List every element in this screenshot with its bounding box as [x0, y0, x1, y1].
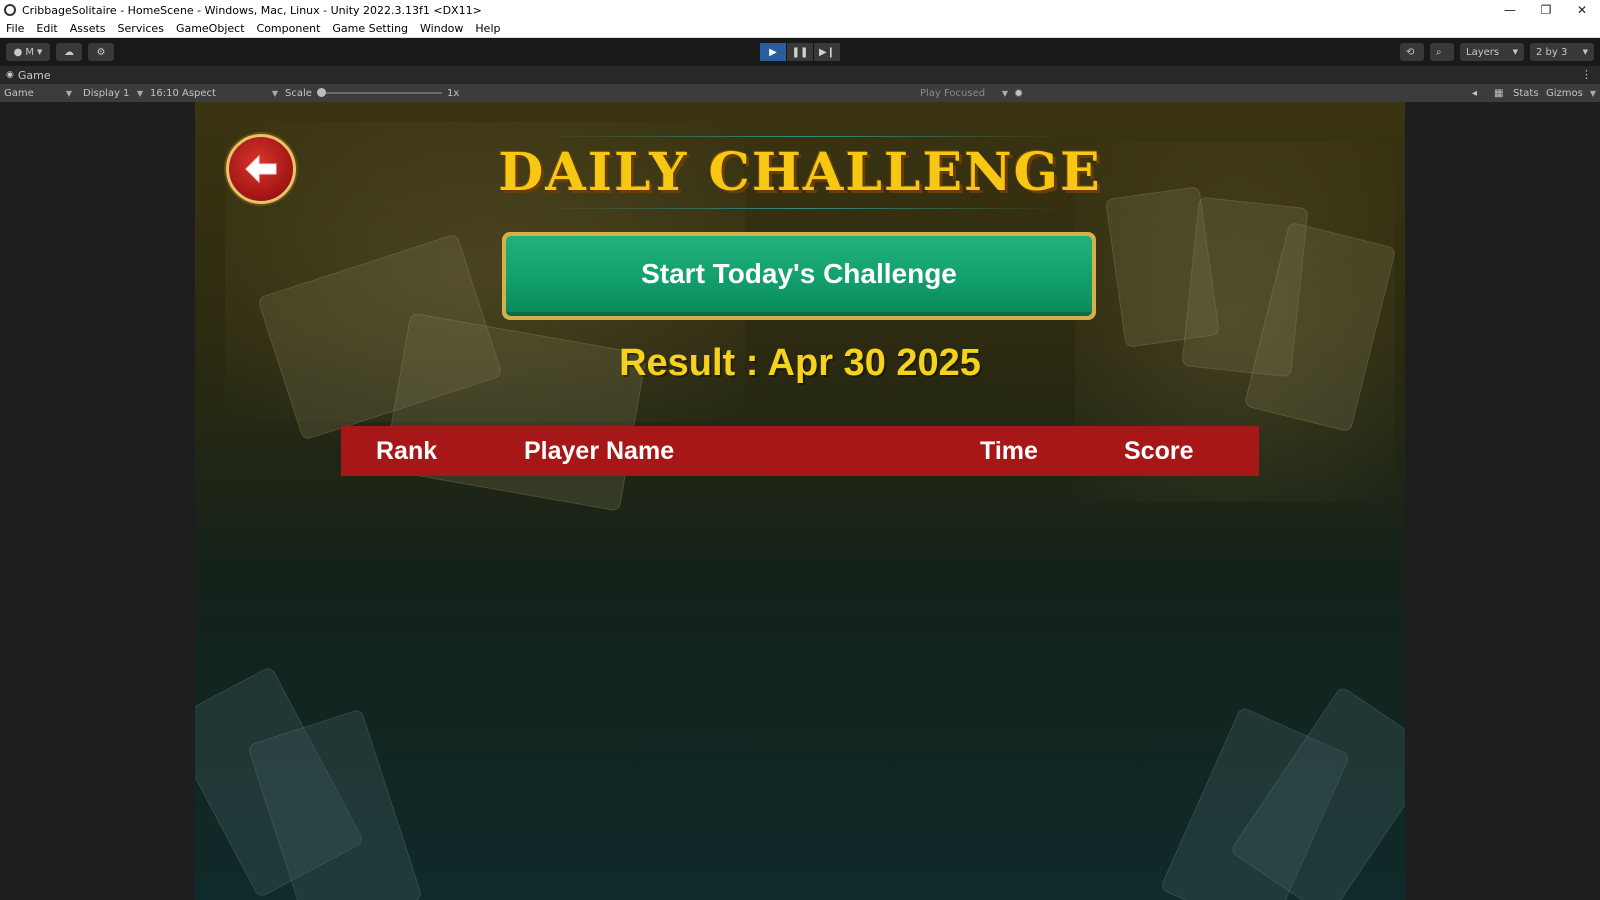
game-mode-dropdown[interactable]: Game ▼ [4, 86, 72, 100]
chevron-down-icon: ▼ [271, 88, 278, 98]
account-icon: ● [13, 46, 23, 58]
column-rank: Rank [376, 437, 438, 465]
collab-button[interactable]: ⚙ [88, 43, 114, 61]
stats-button[interactable]: Stats [1513, 86, 1539, 100]
history-button[interactable]: ⟲ [1400, 43, 1424, 61]
column-time: Time [980, 437, 1038, 465]
layers-label: Layers [1466, 46, 1500, 58]
title-divider [535, 136, 1065, 137]
aspect-dropdown[interactable]: 16:10 Aspect ▼ [150, 86, 278, 100]
game-canvas: DAILY CHALLENGE Start Today's Challenge … [195, 102, 1405, 900]
pause-button[interactable]: ❚❚ [787, 43, 813, 61]
gizmos-dropdown[interactable]: Gizmos ▼ [1546, 86, 1596, 100]
scale-slider-track[interactable] [320, 92, 442, 94]
bug-icon[interactable]: ✹ [1014, 86, 1023, 100]
search-icon: ⌕ [1436, 46, 1442, 58]
pause-icon: ❚❚ [791, 46, 809, 58]
menu-component[interactable]: Component [251, 22, 327, 35]
scale-label: Scale [285, 87, 312, 99]
aspect-label: 16:10 Aspect [150, 87, 216, 99]
menu-bar: File Edit Assets Services GameObject Com… [0, 20, 1600, 38]
tab-bar: ◉ Game ⋮ [0, 66, 1600, 84]
scale-slider-handle[interactable] [317, 88, 326, 97]
toolbar-right: ⟲ ⌕ Layers ▼ 2 by 3 ▼ [1400, 43, 1594, 61]
cloud-icon: ☁ [64, 46, 74, 58]
frame-debug-icon[interactable]: ▦ [1494, 86, 1503, 100]
menu-window[interactable]: Window [414, 22, 469, 35]
minimize-button[interactable]: — [1492, 0, 1528, 20]
layout-dropdown[interactable]: 2 by 3 ▼ [1530, 43, 1594, 61]
search-button[interactable]: ⌕ [1430, 43, 1454, 61]
gizmos-label: Gizmos [1546, 87, 1583, 99]
gamepad-icon: ◉ [6, 70, 14, 80]
menu-file[interactable]: File [0, 22, 30, 35]
chevron-down-icon: ▼ [1582, 48, 1588, 56]
menu-edit[interactable]: Edit [30, 22, 63, 35]
menu-assets[interactable]: Assets [64, 22, 112, 35]
cloud-button[interactable]: ☁ [56, 43, 82, 61]
display-dropdown[interactable]: Display 1 ▼ [83, 86, 143, 100]
chevron-down-icon: ▼ [65, 88, 72, 98]
unity-icon [4, 4, 16, 16]
close-button[interactable]: ✕ [1564, 0, 1600, 20]
account-label: M [25, 46, 34, 58]
scale-value: 1x [447, 87, 460, 99]
result-date: Result : Apr 30 2025 [619, 342, 981, 384]
mute-audio-icon[interactable]: ◂ [1472, 86, 1477, 100]
window-titlebar: CribbageSolitaire - HomeScene - Windows,… [0, 0, 1600, 20]
tab-game-label: Game [17, 68, 51, 82]
play-mode-dropdown[interactable]: Play Focused ▼ [920, 86, 1008, 100]
start-challenge-label: Start Today's Challenge [506, 236, 1092, 316]
play-controls: ▶ ❚❚ ▶❙ [760, 43, 840, 61]
display-label: Display 1 [83, 87, 130, 99]
tab-game[interactable]: ◉ Game [0, 69, 57, 82]
kebab-menu-icon[interactable]: ⋮ [1581, 68, 1592, 81]
play-icon: ▶ [769, 46, 777, 58]
restore-button[interactable]: ❐ [1528, 0, 1564, 20]
step-icon: ▶❙ [818, 46, 836, 58]
account-dropdown[interactable]: ● M ▼ [6, 43, 50, 61]
layout-label: 2 by 3 [1536, 46, 1568, 58]
play-mode-label: Play Focused [920, 87, 986, 99]
step-button[interactable]: ▶❙ [814, 43, 840, 61]
chevron-down-icon: ▼ [1589, 88, 1596, 98]
menu-gameobject[interactable]: GameObject [170, 22, 251, 35]
chevron-down-icon: ▼ [1512, 48, 1518, 56]
chevron-down-icon: ▼ [136, 88, 143, 98]
game-viewport: DAILY CHALLENGE Start Today's Challenge … [0, 102, 1600, 900]
chevron-down-icon: ▼ [36, 48, 43, 56]
play-button[interactable]: ▶ [760, 43, 786, 61]
window-title: CribbageSolitaire - HomeScene - Windows,… [22, 3, 482, 17]
column-score: Score [1124, 437, 1194, 465]
menu-help[interactable]: Help [469, 22, 506, 35]
menu-game-setting[interactable]: Game Setting [326, 22, 414, 35]
leaderboard-header: Rank Player Name Time Score [341, 426, 1259, 476]
title-divider [535, 208, 1065, 209]
history-icon: ⟲ [1406, 46, 1415, 58]
chevron-down-icon: ▼ [1001, 88, 1008, 98]
game-mode-label: Game [4, 87, 34, 99]
column-player-name: Player Name [524, 437, 675, 465]
game-view-toolbar: Game ▼ Display 1 ▼ 16:10 Aspect ▼ Scale … [0, 84, 1600, 102]
settings-icon: ⚙ [96, 46, 106, 58]
menu-services[interactable]: Services [112, 22, 170, 35]
layers-dropdown[interactable]: Layers ▼ [1460, 43, 1524, 61]
page-title: DAILY CHALLENGE [498, 142, 1102, 203]
start-challenge-button[interactable]: Start Today's Challenge [502, 232, 1096, 320]
